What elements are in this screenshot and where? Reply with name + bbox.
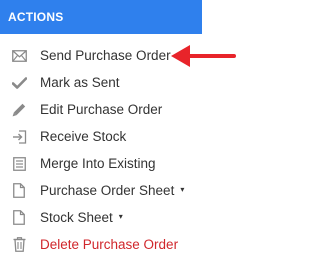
document-icon <box>11 183 27 199</box>
chevron-down-icon: ▾ <box>180 185 185 194</box>
menu-item-delete-purchase-order[interactable]: Delete Purchase Order <box>0 231 245 258</box>
menu-item-mark-as-sent[interactable]: Mark as Sent <box>0 69 245 96</box>
pencil-icon <box>11 102 27 118</box>
menu-item-stock-sheet[interactable]: Stock Sheet ▾ <box>0 204 245 231</box>
menu-item-edit-purchase-order[interactable]: Edit Purchase Order <box>0 96 245 123</box>
envelope-icon <box>11 48 27 64</box>
menu-item-label: Receive Stock <box>40 129 127 144</box>
menu-item-merge-into-existing[interactable]: Merge Into Existing <box>0 150 245 177</box>
menu-item-label: Send Purchase Order <box>40 48 171 63</box>
sign-in-icon <box>11 129 27 145</box>
menu-item-label: Edit Purchase Order <box>40 102 163 117</box>
pointer-arrow-icon <box>171 45 236 67</box>
checkmark-icon <box>11 75 27 91</box>
actions-panel: ACTIONS Send Purchase Order Mark as Sent <box>0 0 245 275</box>
menu-item-label: Merge Into Existing <box>40 156 156 171</box>
document-icon <box>11 210 27 226</box>
menu-item-receive-stock[interactable]: Receive Stock <box>0 123 245 150</box>
trash-icon <box>11 237 27 253</box>
actions-header: ACTIONS <box>0 0 202 34</box>
menu-item-label: Purchase Order Sheet <box>40 183 175 198</box>
menu-item-purchase-order-sheet[interactable]: Purchase Order Sheet ▾ <box>0 177 245 204</box>
actions-menu: Send Purchase Order Mark as Sent Edit Pu… <box>0 42 245 258</box>
list-document-icon <box>11 156 27 172</box>
menu-item-label: Mark as Sent <box>40 75 120 90</box>
menu-item-label: Delete Purchase Order <box>40 237 179 252</box>
menu-item-label: Stock Sheet <box>40 210 113 225</box>
chevron-down-icon: ▾ <box>118 212 123 221</box>
